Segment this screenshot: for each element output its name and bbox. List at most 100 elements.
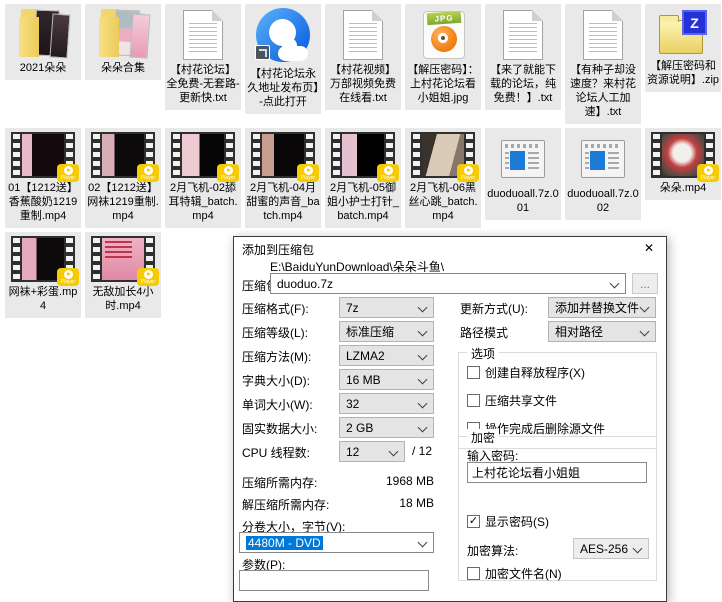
checkbox-icon	[467, 394, 480, 407]
checkbox-icon	[467, 366, 480, 379]
file-name-label: 2021朵朵	[20, 61, 66, 75]
file-name-label: 01【1212送】香蕉酸奶1219重制.mp4	[6, 181, 80, 223]
archive-name-combobox[interactable]: duoduo.7z	[270, 273, 626, 294]
dialog-title[interactable]: 添加到压缩包	[242, 241, 314, 258]
update-mode-combobox[interactable]: 添加并替换文件	[548, 297, 656, 318]
word-size-label: 单词大小(W):	[242, 396, 313, 413]
video-file-icon: Player	[171, 132, 235, 178]
file-name-label: 无敌加长4小时.mp4	[86, 285, 160, 313]
memory-decompress-value: 18 MB	[339, 496, 434, 510]
password-input[interactable]	[467, 462, 647, 483]
player-badge-icon: Player	[697, 164, 719, 182]
desktop-icon-shortcut[interactable]: 【村花论坛永久地址发布页】-点此打开	[245, 4, 321, 114]
close-icon[interactable]: ✕	[632, 237, 666, 259]
file-name-label: 2月飞机-04月甜蜜的声音_batch.mp4	[246, 181, 320, 223]
encrypt-filenames-checkbox[interactable]: 加密文件名(N)	[467, 565, 562, 582]
path-mode-label: 路径模式	[460, 324, 508, 341]
cpu-threads-label: CPU 线程数:	[242, 444, 310, 461]
solid-size-combobox[interactable]: 2 GB	[339, 417, 434, 438]
video-file-icon: Player	[651, 132, 715, 178]
video-file-icon: Player	[11, 132, 75, 178]
video-file-icon: Player	[91, 236, 155, 282]
memory-compress-label: 压缩所需内存:	[242, 474, 317, 491]
desktop-icon-zip[interactable]: Z 【解压密码和资源说明】.zip	[645, 4, 721, 92]
player-badge-icon: Player	[457, 164, 479, 182]
desktop-icon-video[interactable]: Player 无敌加长4小时.mp4	[85, 232, 161, 318]
dictionary-combobox[interactable]: 16 MB	[339, 369, 434, 390]
compress-shared-checkbox[interactable]: 压缩共享文件	[467, 392, 557, 409]
browse-button[interactable]: ...	[632, 273, 658, 294]
desktop-icon-archive-part[interactable]: duoduoall.7z.002	[565, 128, 641, 220]
folder-icon	[15, 8, 71, 58]
path-mode-combobox[interactable]: 相对路径	[548, 321, 656, 342]
desktop-icon-txt[interactable]: 【有种子却没速度？来村花论坛人工加速】.txt	[565, 4, 641, 124]
file-name-label: 【来了就能下载的论坛，纯免费！】.txt	[486, 63, 560, 105]
parameters-input[interactable]	[239, 570, 429, 591]
desktop-icon-video[interactable]: Player 2月飞机-06黑丝心跳_batch.mp4	[405, 128, 481, 228]
video-file-icon: Player	[91, 132, 155, 178]
file-name-label: 【解压密码】：上村花论坛看小姐姐.jpg	[406, 63, 480, 105]
file-name-label: 2月飞机-02舔耳特辑_batch.mp4	[166, 181, 240, 223]
desktop-icon-video[interactable]: Player 2月飞机-02舔耳特辑_batch.mp4	[165, 128, 241, 228]
desktop-icon-txt[interactable]: 【来了就能下载的论坛，纯免费！】.txt	[485, 4, 561, 110]
level-label: 压缩等级(L):	[242, 324, 308, 341]
memory-compress-value: 1968 MB	[339, 474, 434, 488]
desktop-icon-video[interactable]: Player 朵朵.mp4	[645, 128, 721, 200]
archive-part-icon	[501, 140, 545, 178]
file-name-label: 朵朵.mp4	[660, 181, 706, 195]
text-file-icon	[183, 10, 223, 60]
desktop-icon-video[interactable]: Player 2月飞机-04月甜蜜的声音_batch.mp4	[245, 128, 321, 228]
checkbox-icon	[467, 567, 480, 580]
folder-icon	[95, 8, 151, 58]
desktop-icon-video[interactable]: Player 01【1212送】香蕉酸奶1219重制.mp4	[5, 128, 81, 228]
format-label: 压缩格式(F):	[242, 300, 309, 317]
7zip-archive-icon: Z	[657, 8, 709, 56]
file-name-label: 2月飞机-05御姐小护士打针_batch.mp4	[326, 181, 400, 223]
desktop-icon-archive-part[interactable]: duoduoall.7z.001	[485, 128, 561, 220]
show-password-checkbox[interactable]: ✓ 显示密码(S)	[467, 513, 549, 530]
text-file-icon	[343, 10, 383, 60]
archive-name-value: duoduo.7z	[277, 277, 333, 291]
player-badge-icon: Player	[137, 164, 159, 182]
update-mode-label: 更新方式(U):	[460, 300, 528, 317]
desktop-icon-folder[interactable]: 2021朵朵	[5, 4, 81, 80]
word-size-combobox[interactable]: 32	[339, 393, 434, 414]
desktop-icons-row-2: Player 01【1212送】香蕉酸奶1219重制.mp4 Player 02…	[3, 128, 722, 228]
create-sfx-checkbox[interactable]: 创建自释放程序(X)	[467, 364, 585, 381]
desktop-icon-txt[interactable]: 【村花论坛】全免费-无套路-更新快.txt	[165, 4, 241, 110]
desktop-icon-txt[interactable]: 【村花视频】万部视频免费在线看.txt	[325, 4, 401, 110]
method-combobox[interactable]: LZMA2	[339, 345, 434, 366]
player-badge-icon: Player	[137, 268, 159, 286]
encryption-group-title: 加密	[467, 429, 499, 446]
checkbox-checked-icon: ✓	[467, 515, 480, 528]
solid-size-label: 固实数据大小:	[242, 420, 317, 437]
shortcut-arrow-icon	[255, 45, 270, 60]
qq-browser-icon	[255, 8, 311, 64]
file-name-label: 2月飞机-06黑丝心跳_batch.mp4	[406, 181, 480, 223]
file-name-label: 【解压密码和资源说明】.zip	[646, 59, 720, 87]
player-badge-icon: Player	[57, 164, 79, 182]
dictionary-label: 字典大小(D):	[242, 372, 310, 389]
format-combobox[interactable]: 7z	[339, 297, 434, 318]
desktop-icon-video[interactable]: Player 02【1212送】网袜1219重制.mp4	[85, 128, 161, 228]
desktop-icon-video[interactable]: Player 2月飞机-05御姐小护士打针_batch.mp4	[325, 128, 401, 228]
desktop-icon-jpg[interactable]: JPG 【解压密码】：上村花论坛看小姐姐.jpg	[405, 4, 481, 110]
desktop-icon-folder[interactable]: 朵朵合集	[85, 4, 161, 80]
file-name-label: 【村花论坛】全免费-无套路-更新快.txt	[166, 63, 240, 105]
video-file-icon: Player	[331, 132, 395, 178]
level-combobox[interactable]: 标准压缩	[339, 321, 434, 342]
volume-size-combobox[interactable]: 4480M - DVD	[239, 532, 434, 553]
archive-part-icon	[581, 140, 625, 178]
file-name-label: 朵朵合集	[101, 61, 145, 75]
desktop-icon-video[interactable]: Player 网袜+彩蛋.mp4	[5, 232, 81, 318]
cpu-threads-combobox[interactable]: 12	[339, 441, 405, 462]
player-badge-icon: Player	[57, 268, 79, 286]
text-file-icon	[583, 10, 623, 60]
cipher-combobox[interactable]: AES-256	[573, 538, 649, 559]
cpu-threads-total: / 12	[412, 444, 432, 458]
image-file-icon: JPG	[419, 8, 467, 60]
player-badge-icon: Player	[297, 164, 319, 182]
jpg-badge: JPG	[427, 11, 462, 25]
file-name-label: duoduoall.7z.002	[566, 187, 640, 215]
volume-size-selected-text: 4480M - DVD	[246, 536, 323, 550]
